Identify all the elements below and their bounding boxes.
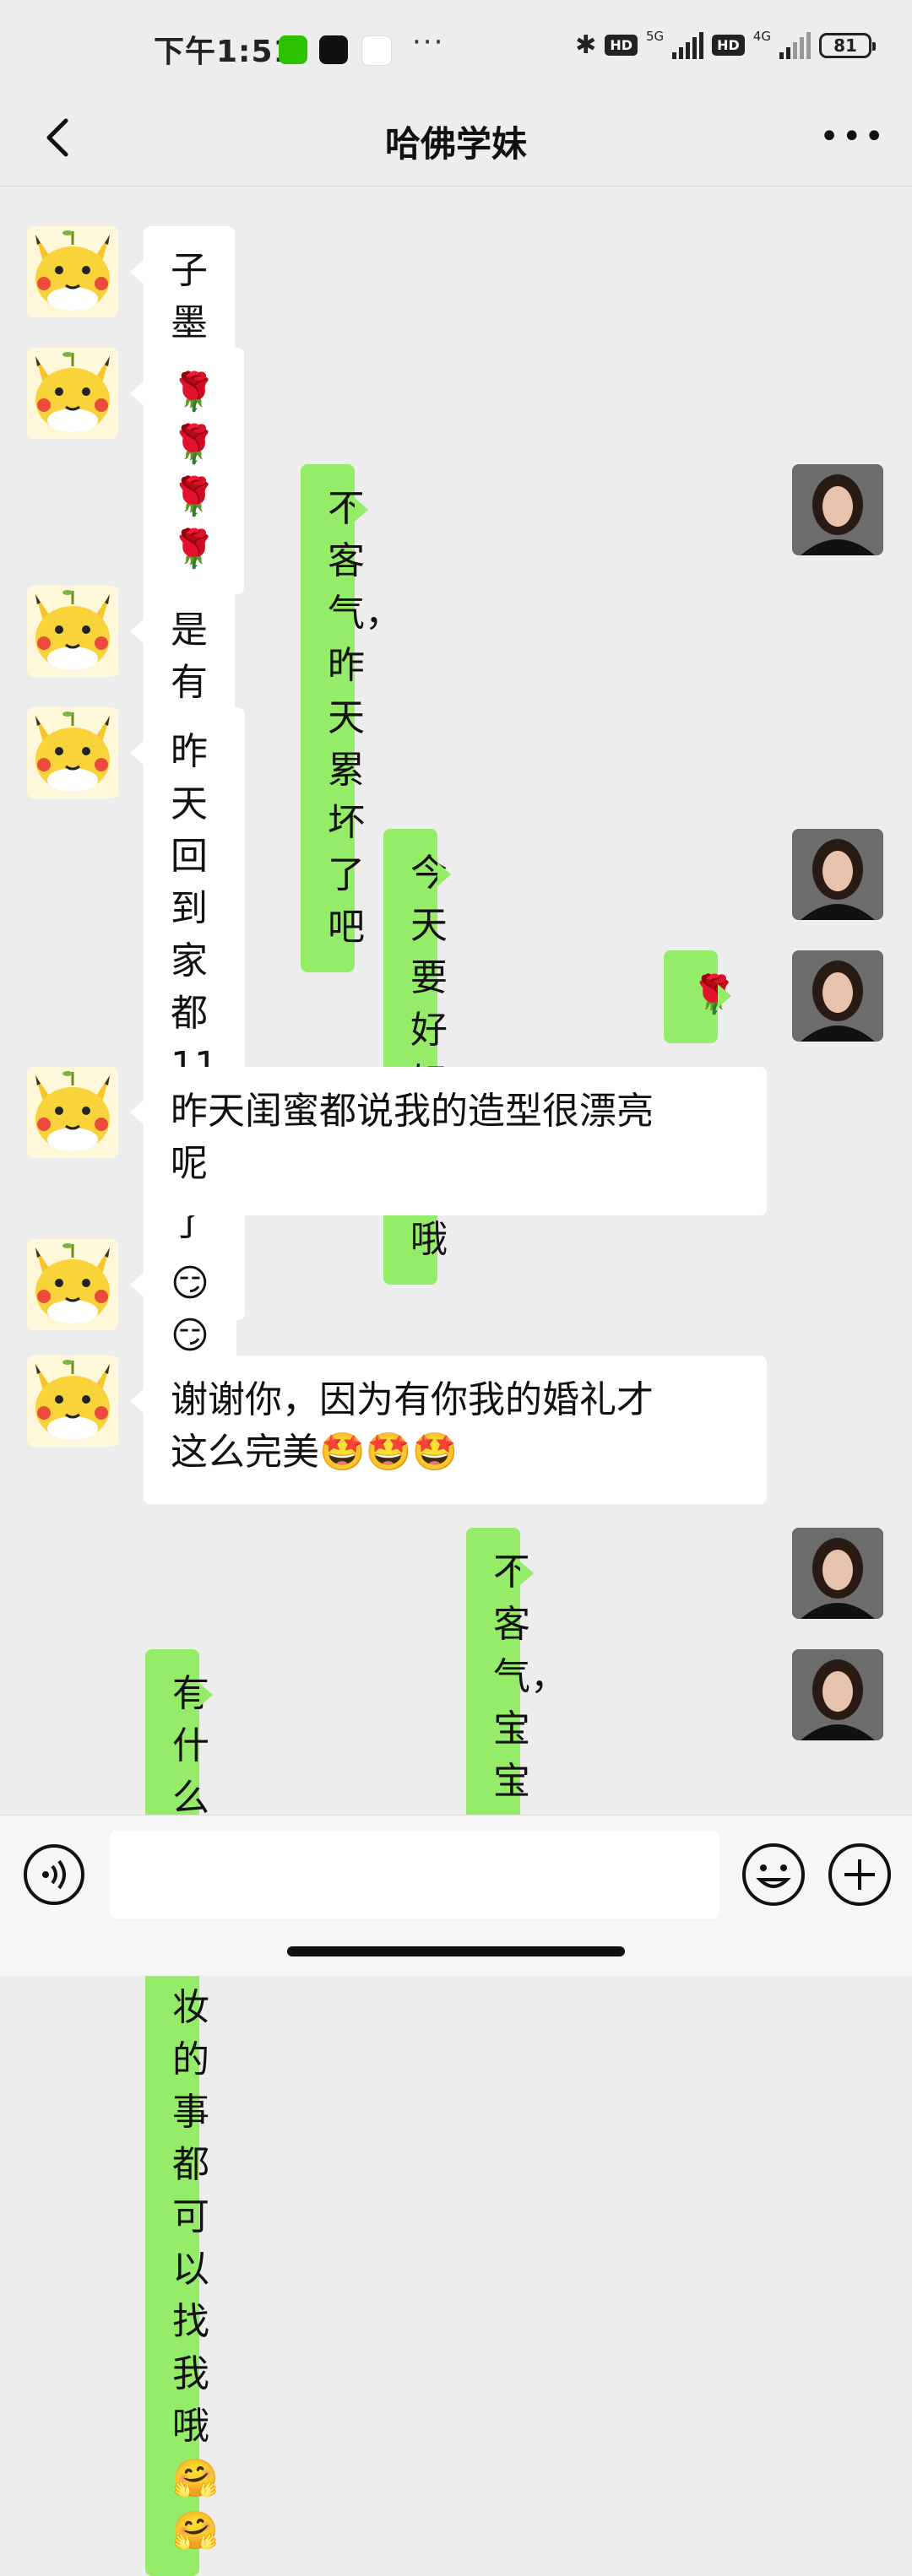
- received-message-bubble[interactable]: 昨天闺蜜都说我的造型很漂亮 呢: [130, 1067, 767, 1215]
- sent-message-bubble[interactable]: 今天要好好休息哦: [383, 829, 451, 1285]
- sent-message-bubble[interactable]: 不客气，昨天累坏了吧: [301, 464, 402, 972]
- app-notification-icon: [361, 35, 392, 66]
- network-type-2: 4G: [752, 29, 771, 44]
- voice-icon[interactable]: [22, 1843, 86, 1907]
- my-avatar[interactable]: [792, 1528, 883, 1619]
- my-avatar[interactable]: [792, 464, 883, 555]
- network-type-1: 5G: [645, 29, 665, 44]
- chat-title: 哈佛学妹: [384, 123, 527, 165]
- received-message-bubble[interactable]: 谢谢你，因为有你我的婚礼才 这么完美🤩🤩🤩: [130, 1356, 767, 1504]
- more-notifications-icon: ···: [412, 25, 445, 59]
- my-avatar[interactable]: [792, 829, 883, 920]
- signal-icon: [672, 31, 704, 59]
- plus-icon[interactable]: [826, 1841, 893, 1908]
- home-indicator[interactable]: [287, 1946, 625, 1956]
- status-time: 下午1:51: [154, 35, 296, 69]
- wechat-notification-icon: [279, 35, 307, 64]
- hd-badge: HD: [605, 35, 638, 56]
- status-bar: 下午1:51 ··· ✱ HD 5G HD 4G 81: [0, 0, 912, 97]
- sent-message-bubble[interactable]: 有什么需要化妆的事都可以找 我哦🤗🤗: [145, 1649, 219, 2576]
- contact-avatar[interactable]: [27, 348, 118, 439]
- contact-avatar[interactable]: [27, 1356, 118, 1447]
- my-avatar[interactable]: [792, 1649, 883, 1740]
- my-avatar[interactable]: [792, 950, 883, 1042]
- contact-avatar[interactable]: [27, 1067, 118, 1158]
- received-message-bubble[interactable]: 🌹🌹🌹🌹: [130, 348, 244, 594]
- contact-avatar[interactable]: [27, 707, 118, 798]
- message-input[interactable]: [110, 1831, 719, 1918]
- contact-avatar[interactable]: [27, 226, 118, 317]
- battery-indicator: 81: [819, 32, 876, 58]
- more-icon[interactable]: •••: [819, 117, 887, 156]
- sent-message-bubble[interactable]: 不客气，宝宝: [466, 1528, 567, 1826]
- received-message-bubble[interactable]: 昨天回到家都11点多了🫠: [130, 707, 245, 1320]
- bluetooth-icon: ✱: [575, 30, 597, 60]
- sent-message-bubble[interactable]: 🌹: [664, 950, 737, 1043]
- contact-avatar[interactable]: [27, 1239, 118, 1330]
- signal-icon: [779, 31, 811, 59]
- contact-avatar[interactable]: [27, 586, 118, 677]
- emoji-icon[interactable]: [740, 1841, 807, 1908]
- hd-badge: HD: [712, 35, 745, 56]
- chat-header: 哈佛学妹 •••: [0, 97, 912, 187]
- tiktok-notification-icon: [319, 35, 348, 64]
